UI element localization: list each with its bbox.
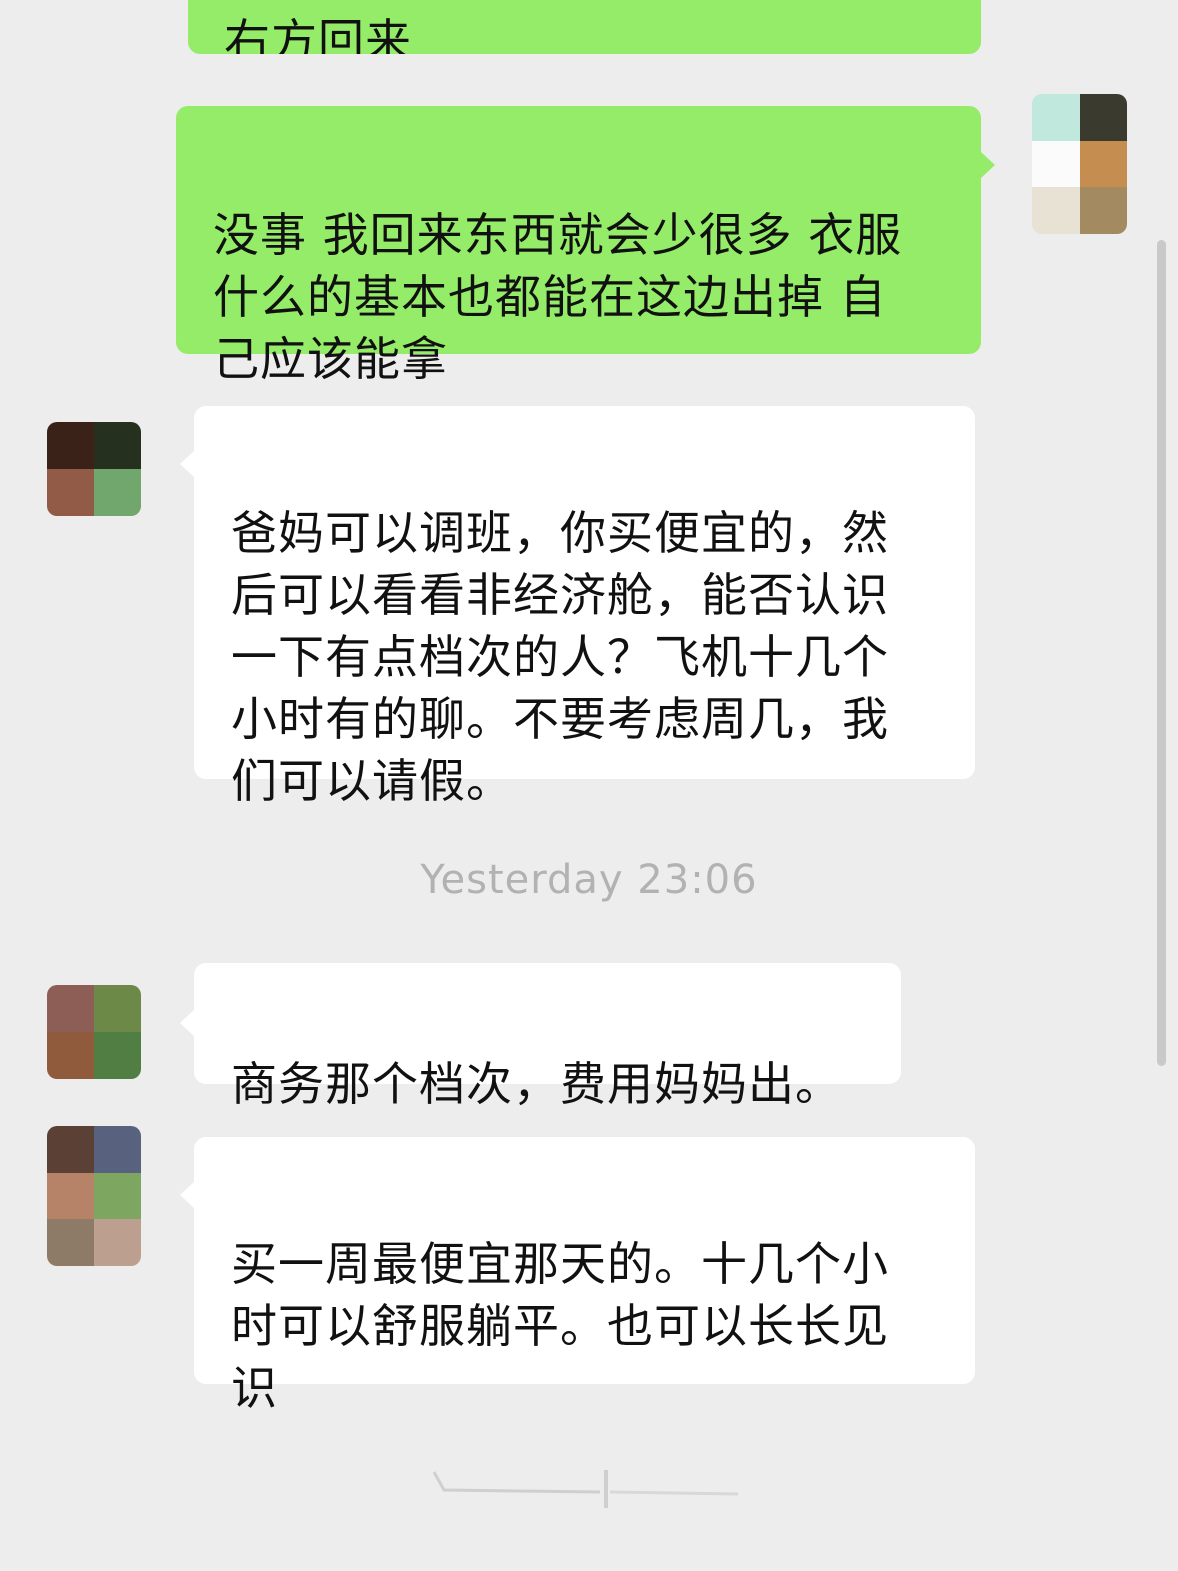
contact-avatar[interactable] xyxy=(47,422,141,516)
avatar-pixel xyxy=(1079,187,1127,234)
avatar-pixel xyxy=(94,1172,141,1220)
avatar-pixel xyxy=(47,469,94,516)
avatar-pixel xyxy=(47,1219,94,1266)
avatar-pixel xyxy=(94,469,141,516)
avatar-pixel xyxy=(1032,187,1080,234)
avatar-pixel xyxy=(47,422,94,469)
avatar-pixel xyxy=(94,1032,141,1079)
message-text: 买一周最便宜那天的。十几个小 时可以舒服躺平。也可以长长见 识 xyxy=(231,1237,889,1415)
message-text: 商务那个档次，费用妈妈出。 xyxy=(231,1057,842,1111)
message-timestamp: Yesterday 23:06 xyxy=(420,857,758,903)
avatar-pixel xyxy=(1079,140,1127,188)
contact-avatar[interactable] xyxy=(47,985,141,1079)
message-bubble-outgoing-partial[interactable]: 右方回来 xyxy=(188,0,981,54)
avatar-pixel xyxy=(94,985,141,1032)
bubble-tail xyxy=(180,451,194,477)
message-bubble-incoming[interactable]: 买一周最便宜那天的。十几个小 时可以舒服躺平。也可以长长见 识 xyxy=(194,1137,975,1415)
message-text: 爸妈可以调班，你买便宜的，然 后可以看看非经济舱，能否认识 一下有点档次的人？飞… xyxy=(231,506,889,808)
bubble-tail xyxy=(981,152,995,178)
scrollbar[interactable] xyxy=(1157,240,1166,1066)
avatar-pixel xyxy=(94,1219,141,1266)
message-bubble-incoming[interactable]: 爸妈可以调班，你买便宜的，然 后可以看看非经济舱，能否认识 一下有点档次的人？飞… xyxy=(194,406,975,808)
message-bubble-incoming[interactable]: 商务那个档次，费用妈妈出。 xyxy=(194,963,901,1111)
message-text: 右方回来 xyxy=(224,14,412,54)
avatar-pixel xyxy=(1032,94,1080,141)
self-avatar[interactable] xyxy=(1032,94,1127,234)
bubble-tail xyxy=(180,1182,194,1208)
contact-avatar[interactable] xyxy=(47,1126,141,1266)
avatar-pixel xyxy=(47,1172,94,1220)
avatar-pixel xyxy=(47,1032,94,1079)
avatar-pixel xyxy=(47,1126,94,1173)
message-text: 没事 我回来东西就会少很多 衣服 什么的基本也都能在这边出掉 自 己应该能拿 xyxy=(213,208,903,386)
bubble-tail xyxy=(180,1010,194,1036)
message-bubble-outgoing[interactable]: 没事 我回来东西就会少很多 衣服 什么的基本也都能在这边出掉 自 己应该能拿 xyxy=(176,106,981,386)
avatar-pixel xyxy=(1079,94,1127,141)
avatar-pixel xyxy=(1032,140,1080,188)
avatar-pixel xyxy=(47,985,94,1032)
avatar-pixel xyxy=(94,422,141,469)
avatar-pixel xyxy=(94,1126,141,1173)
bottom-edge-artifact xyxy=(432,1470,739,1508)
